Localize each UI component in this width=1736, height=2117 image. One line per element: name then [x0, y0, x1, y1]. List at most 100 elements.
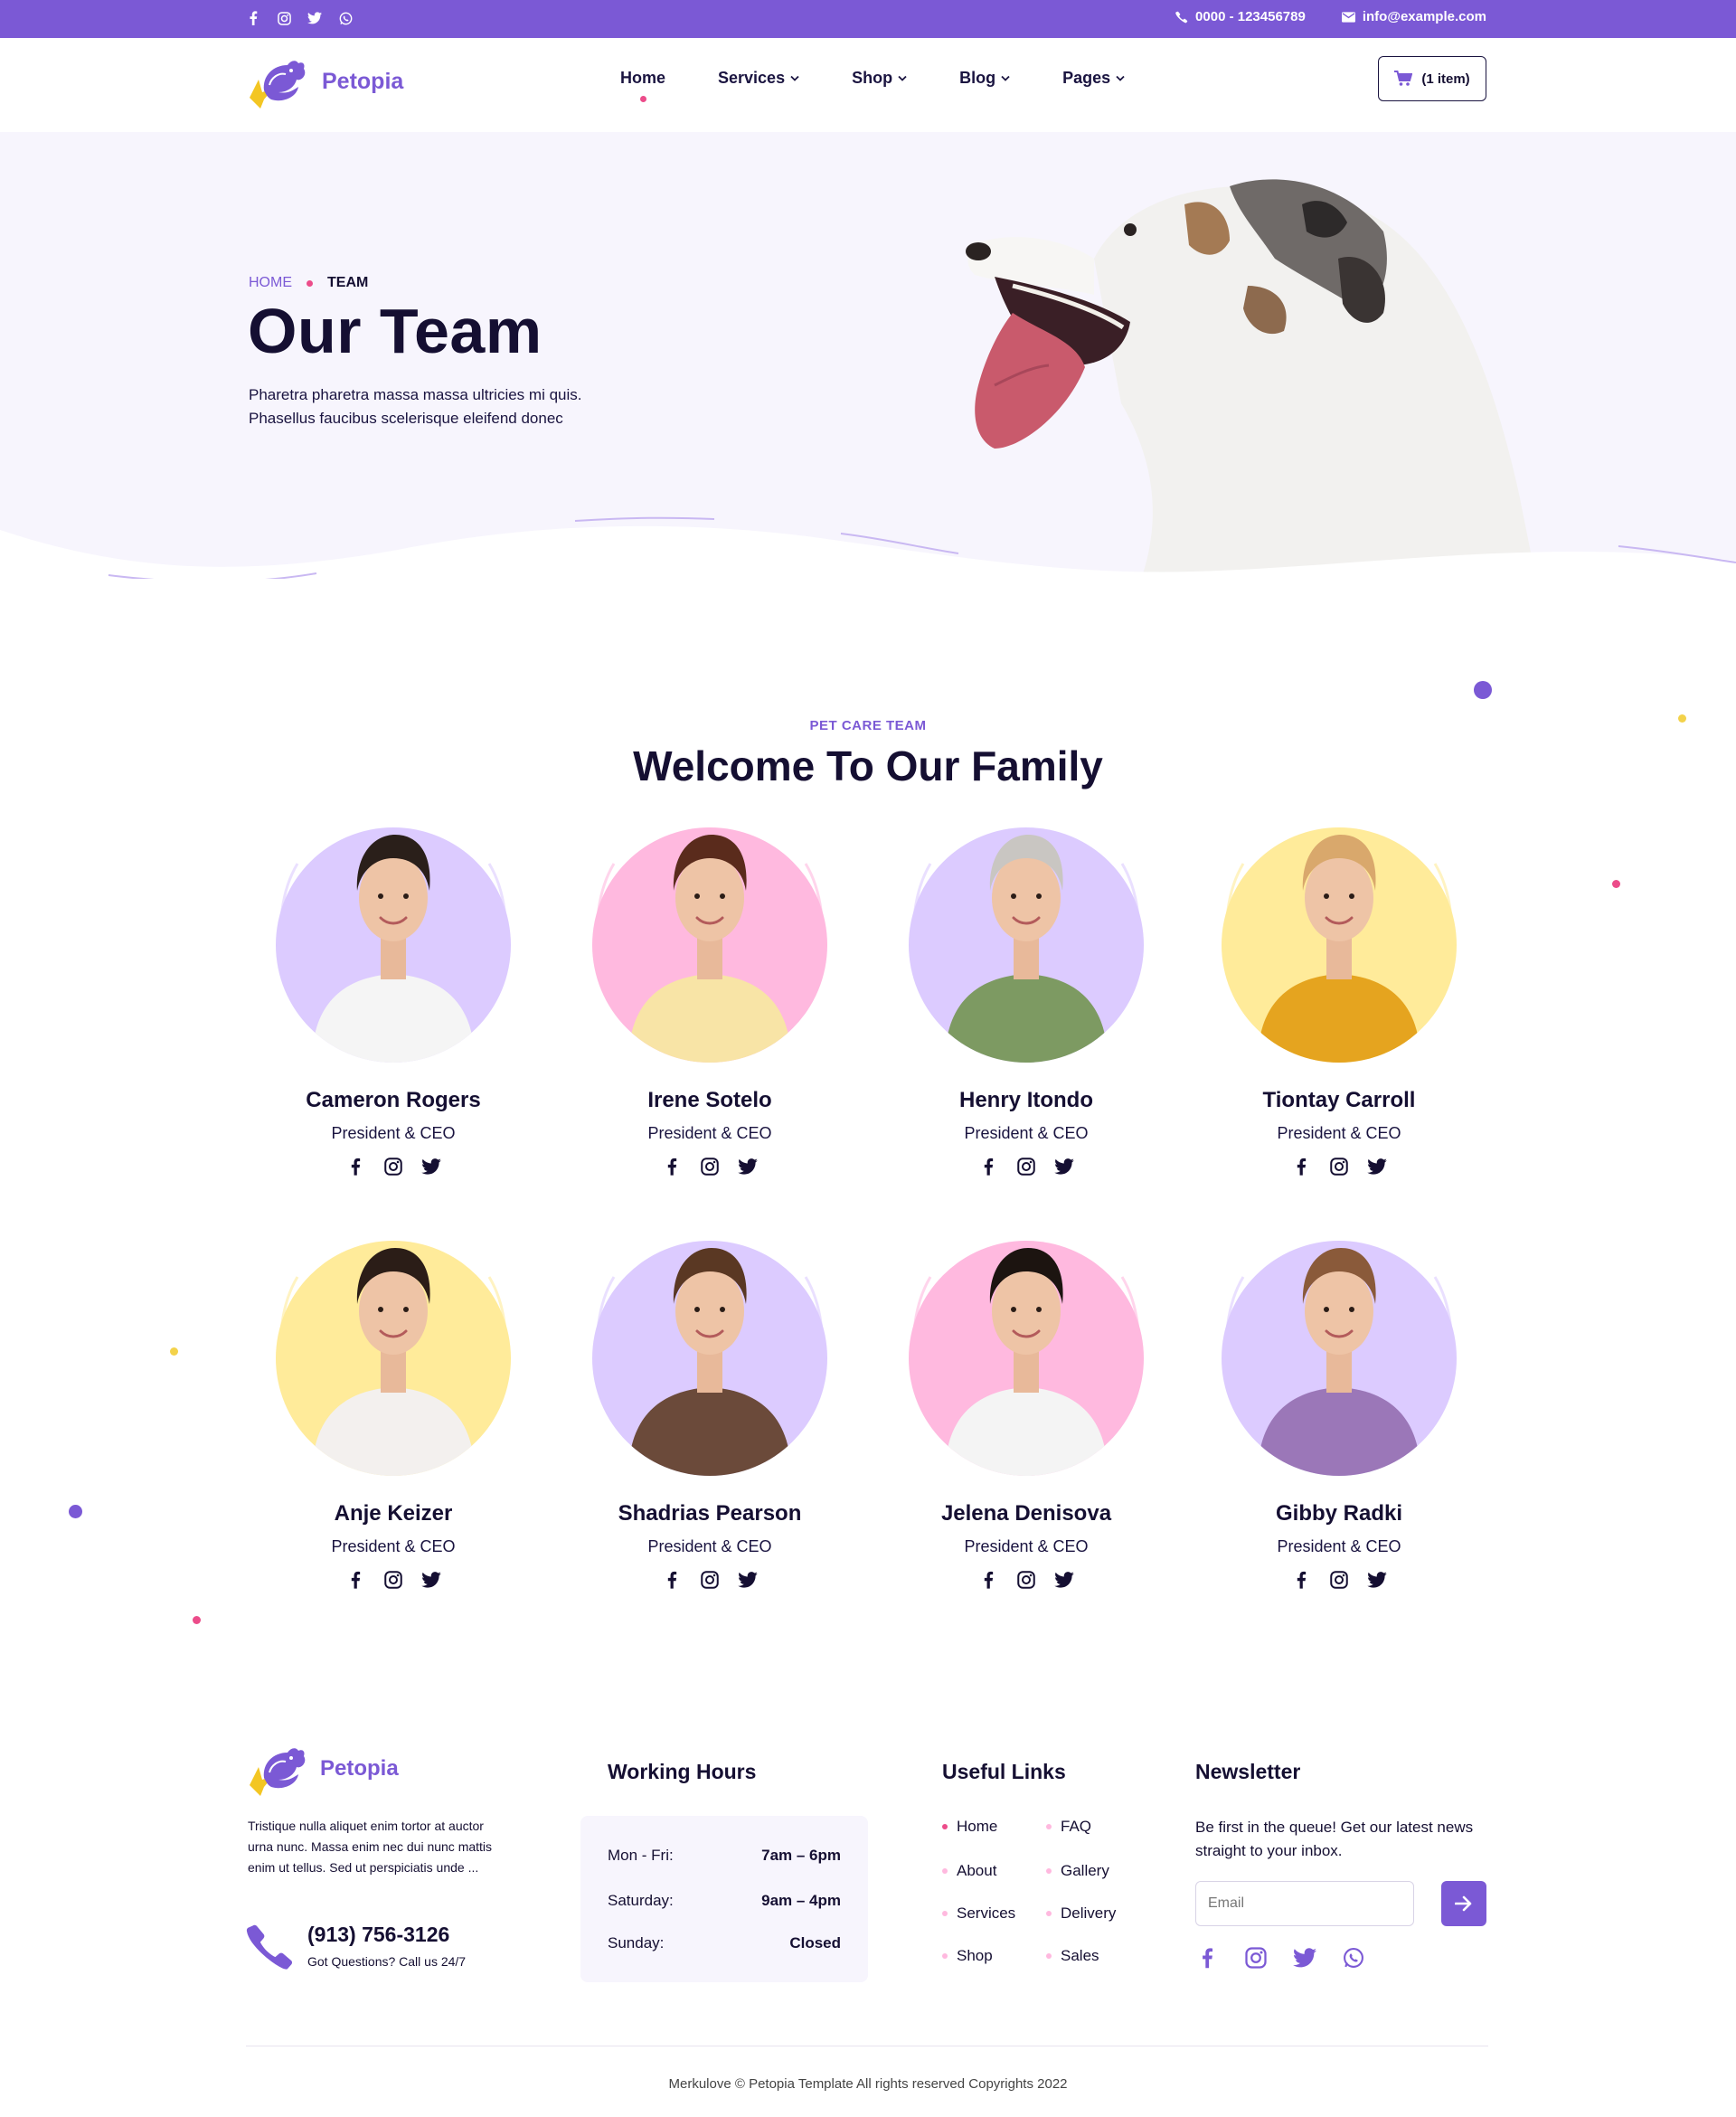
- decor-dot: [1474, 681, 1492, 699]
- cart-button[interactable]: (1 item): [1378, 56, 1486, 101]
- footer-socials: [1195, 1946, 1365, 1970]
- nav-services-label: Services: [718, 69, 786, 87]
- breadcrumb-home[interactable]: HOME: [249, 275, 292, 291]
- twitter-icon[interactable]: [1367, 1157, 1387, 1177]
- twitter-icon[interactable]: [1367, 1570, 1387, 1590]
- footer-link-shop[interactable]: Shop: [942, 1947, 993, 1965]
- page-hero: HOME TEAM Our Team Pharetra pharetra mas…: [0, 132, 1736, 579]
- team-member-photo: [592, 1241, 827, 1476]
- nav-blog[interactable]: Blog: [959, 69, 1010, 88]
- footer-link-gallery[interactable]: Gallery: [1046, 1862, 1109, 1880]
- topbar-phone[interactable]: 0000 - 123456789: [1175, 9, 1306, 24]
- footer-phone-subtext: Got Questions? Call us 24/7: [307, 1954, 467, 1969]
- top-bar: 0000 - 123456789 info@example.com: [0, 0, 1736, 38]
- twitter-icon[interactable]: [1054, 1570, 1074, 1590]
- footer-link-label: About: [957, 1862, 997, 1879]
- topbar-email[interactable]: info@example.com: [1341, 9, 1486, 24]
- cat-logo-icon: [250, 1748, 306, 1796]
- twitter-icon[interactable]: [738, 1157, 758, 1177]
- team-member-photo: [1222, 1241, 1457, 1476]
- footer-link-label: Services: [957, 1904, 1016, 1922]
- team-member-card: Gibby Radki President & CEO: [1199, 1232, 1479, 1611]
- facebook-icon[interactable]: [1291, 1157, 1311, 1177]
- whatsapp-icon[interactable]: [338, 11, 353, 25]
- whatsapp-icon[interactable]: [1342, 1946, 1365, 1970]
- team-member-name: Tiontay Carroll: [1262, 1088, 1416, 1112]
- twitter-icon[interactable]: [1054, 1157, 1074, 1177]
- link-bullet: [942, 1953, 948, 1959]
- footer-link-delivery[interactable]: Delivery: [1046, 1904, 1116, 1923]
- newsletter-email-input[interactable]: [1195, 1881, 1414, 1926]
- instagram-icon[interactable]: [383, 1157, 403, 1177]
- newsletter-submit-button[interactable]: [1441, 1881, 1486, 1926]
- nav-shop[interactable]: Shop: [852, 69, 907, 88]
- team-member-role: President & CEO: [1277, 1537, 1401, 1555]
- instagram-icon[interactable]: [1329, 1157, 1349, 1177]
- newsletter-title: Newsletter: [1195, 1760, 1301, 1783]
- facebook-icon[interactable]: [978, 1157, 998, 1177]
- decor-dot: [1612, 880, 1620, 888]
- footer-link-label: Delivery: [1061, 1904, 1117, 1922]
- site-logo[interactable]: Petopia: [246, 54, 403, 109]
- team-member-card: Cameron Rogers President & CEO: [253, 818, 533, 1198]
- team-member-photo: [1222, 827, 1457, 1063]
- team-member-name: Jelena Denisova: [940, 1501, 1112, 1526]
- team-member-name: Anje Keizer: [334, 1501, 453, 1526]
- footer-link-about[interactable]: About: [942, 1862, 996, 1880]
- facebook-icon[interactable]: [345, 1570, 365, 1590]
- nav-services[interactable]: Services: [718, 69, 799, 88]
- team-member-role: President & CEO: [331, 1537, 456, 1555]
- facebook-icon[interactable]: [662, 1157, 682, 1177]
- hero-description-line: Phasellus faucibus scelerisque eleifend …: [249, 410, 563, 427]
- footer-link-home[interactable]: Home: [942, 1818, 997, 1836]
- newsletter-text: Be first in the queue! Get our latest ne…: [1195, 1819, 1474, 1859]
- envelope-icon: [1341, 11, 1355, 23]
- facebook-icon[interactable]: [246, 11, 260, 25]
- twitter-icon[interactable]: [1293, 1946, 1316, 1970]
- main-nav: Home Services Shop Blog Pages: [620, 69, 1125, 102]
- twitter-icon[interactable]: [421, 1570, 441, 1590]
- facebook-icon[interactable]: [662, 1570, 682, 1590]
- link-bullet: [1046, 1953, 1052, 1959]
- nav-shop-label: Shop: [852, 69, 893, 87]
- footer-link-faq[interactable]: FAQ: [1046, 1818, 1091, 1836]
- link-bullet: [942, 1868, 948, 1874]
- breadcrumb: HOME TEAM: [249, 275, 368, 291]
- instagram-icon[interactable]: [383, 1570, 403, 1590]
- footer-link-label: Shop: [957, 1947, 993, 1964]
- team-member-name: Shadrias Pearson: [618, 1501, 802, 1526]
- team-member-name: Cameron Rogers: [306, 1088, 481, 1112]
- arrow-right-icon: [1455, 1895, 1472, 1912]
- footer-phone[interactable]: (913) 756-3126 Got Questions? Call us 24…: [246, 1923, 466, 1971]
- instagram-icon[interactable]: [1016, 1157, 1036, 1177]
- facebook-icon[interactable]: [1291, 1570, 1311, 1590]
- footer-logo[interactable]: Petopia: [246, 1742, 399, 1796]
- team-member-card: Anje Keizer President & CEO: [253, 1232, 533, 1611]
- twitter-icon[interactable]: [421, 1157, 441, 1177]
- facebook-icon[interactable]: [345, 1157, 365, 1177]
- hours-row: Mon - Fri: 7am – 6pm: [608, 1847, 841, 1865]
- facebook-icon[interactable]: [978, 1570, 998, 1590]
- footer-link-label: FAQ: [1061, 1818, 1092, 1835]
- hours-time: 7am – 6pm: [761, 1847, 841, 1864]
- team-member-role: President & CEO: [647, 1537, 772, 1555]
- instagram-icon[interactable]: [277, 11, 291, 25]
- team-member-socials: [1199, 1157, 1479, 1177]
- footer-link-services[interactable]: Services: [942, 1904, 1015, 1923]
- instagram-icon[interactable]: [1016, 1570, 1036, 1590]
- team-member-name: Irene Sotelo: [647, 1088, 772, 1112]
- nav-pages[interactable]: Pages: [1062, 69, 1125, 88]
- nav-home[interactable]: Home: [620, 69, 665, 102]
- twitter-icon[interactable]: [307, 11, 322, 25]
- facebook-icon[interactable]: [1195, 1946, 1219, 1970]
- decor-dot: [193, 1616, 201, 1624]
- useful-links-title: Useful Links: [942, 1760, 1066, 1783]
- team-member-socials: [253, 1570, 533, 1590]
- instagram-icon[interactable]: [700, 1570, 720, 1590]
- cat-logo-icon: [250, 61, 306, 109]
- twitter-icon[interactable]: [738, 1570, 758, 1590]
- instagram-icon[interactable]: [700, 1157, 720, 1177]
- instagram-icon[interactable]: [1244, 1946, 1268, 1970]
- instagram-icon[interactable]: [1329, 1570, 1349, 1590]
- footer-link-sales[interactable]: Sales: [1046, 1947, 1099, 1965]
